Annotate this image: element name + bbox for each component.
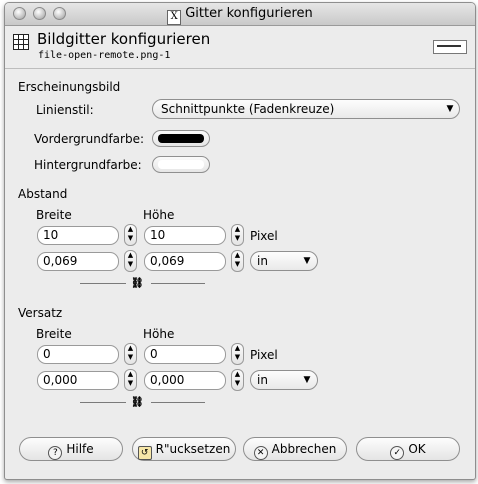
help-icon: ?: [48, 446, 63, 460]
dialog-title: Bildgitter konfigurieren: [37, 30, 211, 48]
ok-button[interactable]: ✓ OK: [356, 437, 460, 461]
spacing-chain-button[interactable]: ⛓: [80, 279, 205, 289]
chain-line-left: [80, 402, 126, 403]
checkmark-icon: ✓: [390, 446, 405, 460]
linestyle-label: Linienstil:: [36, 103, 94, 117]
background-color-button[interactable]: [152, 156, 210, 173]
spacing-unit-select[interactable]: in ▼: [250, 251, 318, 271]
offset-height-unit-spinner[interactable]: ▲ ▼: [231, 369, 244, 391]
cancel-button[interactable]: ✕ Abbrechen: [243, 437, 347, 461]
appearance-section-title: Erscheinungsbild: [18, 80, 121, 94]
chevron-down-icon: ▼: [303, 256, 311, 266]
offset-width-unit-input[interactable]: 0,000: [37, 371, 119, 390]
offset-width-label: Breite: [36, 327, 72, 341]
spacing-height-pixel-spinner[interactable]: ▲ ▼: [231, 224, 244, 246]
image-name: file-open-remote.png-1: [38, 50, 171, 61]
window-title: Gitter konfigurieren: [185, 6, 313, 21]
spacing-width-label: Breite: [36, 208, 72, 222]
offset-section-title: Versatz: [18, 306, 63, 320]
offset-unit-select[interactable]: in ▼: [250, 370, 318, 390]
reset-icon: ↺: [137, 446, 152, 460]
spacing-width-unit-spinner[interactable]: ▲ ▼: [124, 250, 137, 272]
spacing-height-unit-spinner[interactable]: ▲ ▼: [231, 250, 244, 272]
dialog-header: Bildgitter konfigurieren file-open-remot…: [5, 26, 475, 69]
cancel-button-label: Abbrechen: [271, 442, 337, 456]
offset-height-pixel-spinner[interactable]: ▲ ▼: [231, 343, 244, 365]
chain-line-left: [80, 283, 126, 284]
window-title-area: X Gitter konfigurieren: [5, 6, 475, 25]
spacing-unit-value: in: [257, 254, 268, 268]
spacing-height-pixel-input[interactable]: 10: [144, 226, 226, 245]
spacing-width-pixel-input[interactable]: 10: [37, 226, 119, 245]
dialog-window: X Gitter konfigurieren Bildgitter konfigu…: [4, 2, 476, 480]
linestyle-value: Schnittpunkte (Fadenkreuze): [161, 102, 335, 116]
help-button-label: Hilfe: [66, 442, 94, 456]
grid-icon: [13, 34, 29, 50]
foreground-color-label: Vordergrundfarbe:: [34, 132, 144, 146]
chain-icon: ⛓: [131, 278, 144, 289]
spacing-width-unit-input[interactable]: 0,069: [37, 252, 119, 271]
ok-button-label: OK: [408, 442, 426, 456]
offset-width-pixel-input[interactable]: 0: [37, 345, 119, 364]
chain-icon: ⛓: [131, 397, 144, 408]
reset-button-label: R"ucksetzen: [155, 442, 231, 456]
x11-icon: X: [167, 10, 182, 25]
offset-width-unit-spinner[interactable]: ▲ ▼: [124, 369, 137, 391]
offset-width-pixel-spinner[interactable]: ▲ ▼: [124, 343, 137, 365]
spacing-pixel-unit-label: Pixel: [250, 229, 278, 243]
chevron-down-icon: ▼: [303, 375, 311, 385]
background-color-swatch: [158, 160, 204, 169]
offset-chain-button[interactable]: ⛓: [80, 398, 205, 408]
help-button[interactable]: ? Hilfe: [19, 437, 123, 461]
linestyle-select[interactable]: Schnittpunkte (Fadenkreuze) ▼: [152, 99, 460, 119]
reset-button[interactable]: ↺ R"ucksetzen: [132, 437, 236, 461]
chain-line-right: [151, 402, 205, 403]
foreground-color-button[interactable]: [152, 130, 210, 147]
chevron-down-icon: ▼: [446, 104, 454, 114]
spacing-section-title: Abstand: [18, 187, 68, 201]
spacing-height-label: Höhe: [143, 208, 175, 222]
image-thumbnail: [433, 40, 467, 54]
spacing-width-pixel-spinner[interactable]: ▲ ▼: [124, 224, 137, 246]
offset-pixel-unit-label: Pixel: [250, 348, 278, 362]
offset-height-unit-input[interactable]: 0,000: [144, 371, 226, 390]
title-bar: X Gitter konfigurieren: [5, 3, 475, 26]
offset-height-pixel-input[interactable]: 0: [144, 345, 226, 364]
foreground-color-swatch: [158, 134, 204, 143]
offset-unit-value: in: [257, 373, 268, 387]
offset-height-label: Höhe: [143, 327, 175, 341]
spacing-height-unit-input[interactable]: 0,069: [144, 252, 226, 271]
cancel-icon: ✕: [253, 446, 268, 460]
chain-line-right: [151, 283, 205, 284]
background-color-label: Hintergrundfarbe:: [34, 158, 142, 172]
